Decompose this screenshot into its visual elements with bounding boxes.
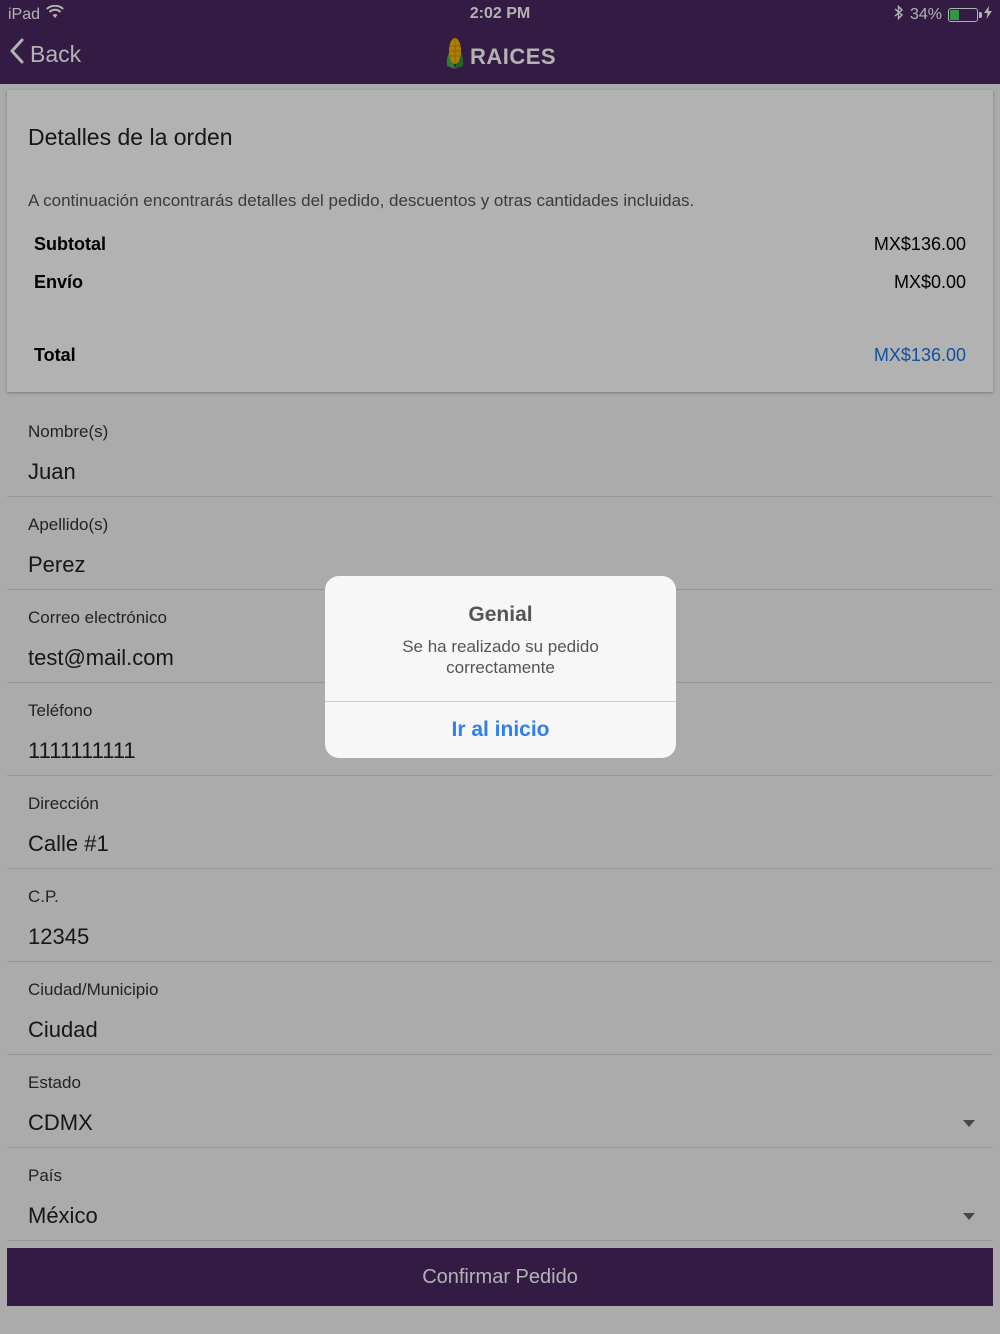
go-home-button[interactable]: Ir al inicio xyxy=(325,702,676,758)
dialog-title: Genial xyxy=(468,603,533,626)
dialog-message: Se ha realizado su pedido correctamente xyxy=(402,637,599,677)
success-dialog: Genial Se ha realizado su pedido correct… xyxy=(325,576,676,758)
